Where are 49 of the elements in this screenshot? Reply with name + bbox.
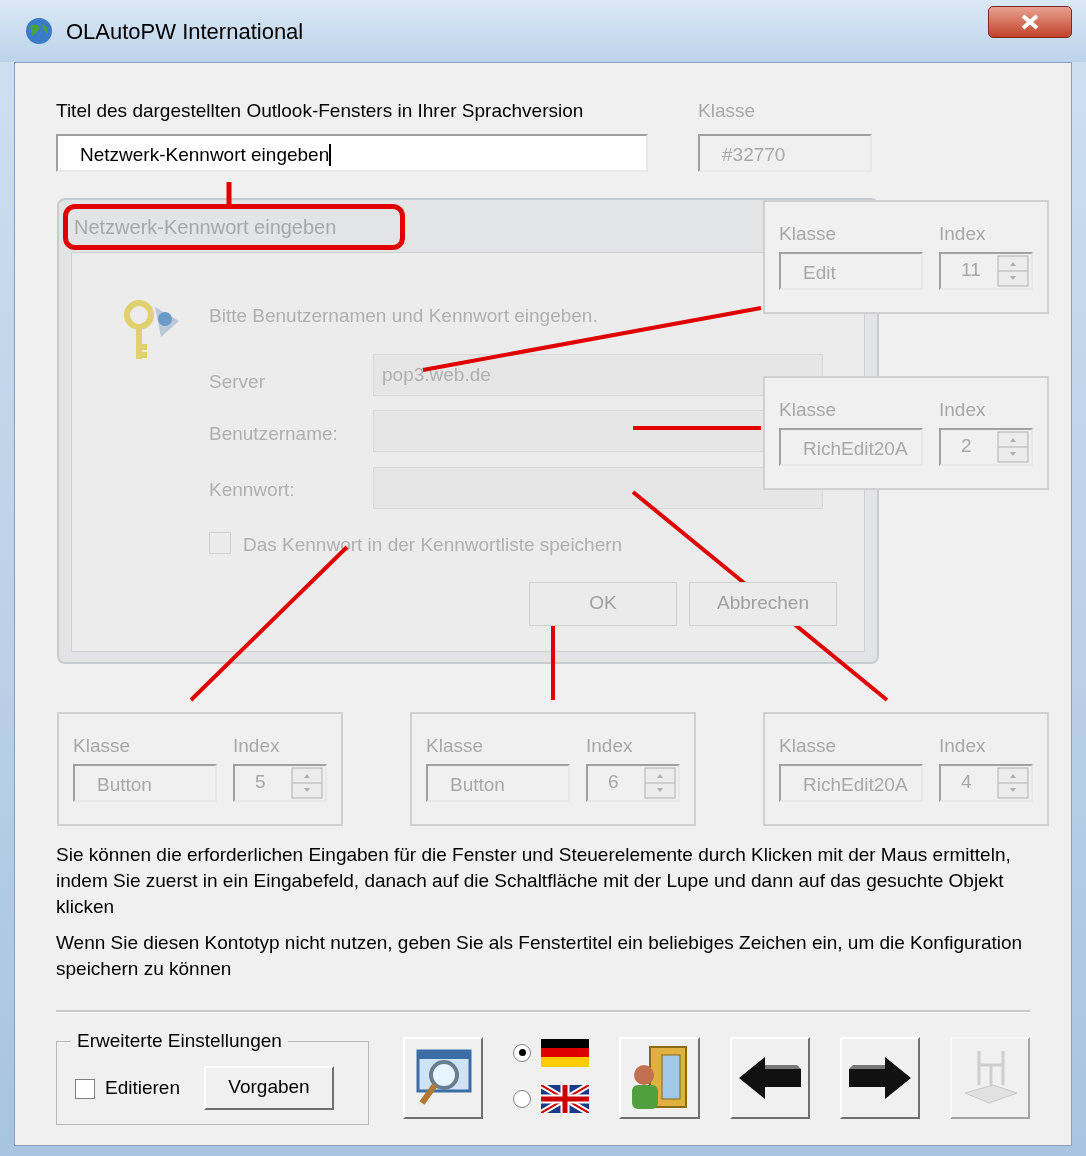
class-label: Klasse <box>426 733 484 758</box>
class-label: Klasse <box>779 733 837 758</box>
index-label: Index <box>939 221 986 246</box>
index-label: Index <box>939 733 986 758</box>
exit-tool-button[interactable] <box>619 1036 700 1119</box>
german-flag-icon <box>541 1038 590 1067</box>
class-label: Klasse <box>73 733 131 758</box>
index-field[interactable]: 5 <box>233 763 327 802</box>
preview-dialog-title: Netzwerk-Kennwort eingeben <box>63 203 405 250</box>
index-label: Index <box>939 397 986 422</box>
class-field[interactable]: RichEdit20A <box>779 763 923 802</box>
help-paragraph: Wenn Sie diesen Kontotyp nicht nutzen, geben Sie als Fenstertitel ein beliebiges Zeichen ein, um die Konfiguration speichern zu können <box>56 930 1024 981</box>
leader-line <box>226 181 232 206</box>
globe-icon <box>24 16 54 46</box>
index-field[interactable]: 6 <box>586 763 680 802</box>
class-label: Klasse <box>698 99 757 123</box>
language-radio[interactable] <box>513 1043 532 1062</box>
class-label: Klasse <box>779 221 837 246</box>
edit-checkbox[interactable] <box>75 1078 95 1099</box>
preview-message: Bitte Benutzernamen und Kennwort eingeben. <box>209 303 598 328</box>
british-flag-icon <box>541 1084 590 1113</box>
forward-tool-button[interactable] <box>839 1036 920 1119</box>
edit-checkbox-label: Editieren <box>105 1076 180 1101</box>
class-field[interactable]: Edit <box>779 251 923 290</box>
index-label: Index <box>586 733 633 758</box>
title-field-label: Titel des dargestellten Outlook-Fensters in Ihrer Sprachversion <box>56 99 585 123</box>
close-button[interactable] <box>988 6 1072 38</box>
class-label: Klasse <box>779 397 837 422</box>
help-paragraph: Sie können die erforderlichen Eingaben für die Fenster und Steuerelemente durch Klicken mit der Maus ermitteln, indem Sie zuerst in ein Eingabefeld, danach auf die Schaltfläche mit der Lupe und dann auf das gesuchte Objekt klicken <box>56 842 1012 919</box>
window-title-field[interactable]: Netzwerk-Kennwort eingeben <box>56 133 648 172</box>
right-arrow-icon <box>846 1054 913 1101</box>
index-field[interactable]: 2 <box>939 427 1033 466</box>
find-tool-button[interactable] <box>403 1036 484 1119</box>
class-field[interactable]: #32770 <box>698 133 872 172</box>
class-field[interactable]: RichEdit20A <box>779 427 923 466</box>
preview-field-label: Server <box>209 369 265 394</box>
window-title: OLAutoPW International <box>66 17 304 46</box>
language-radio[interactable] <box>513 1089 532 1108</box>
index-label: Index <box>233 733 280 758</box>
preview-field-label: Kennwort: <box>209 477 295 502</box>
preview-checkbox-label: Das Kennwort in der Kennwortliste speichern <box>243 532 623 557</box>
preview-field-label: Benutzername: <box>209 421 338 446</box>
class-field[interactable]: Button <box>73 763 217 802</box>
index-field[interactable]: 4 <box>939 763 1033 802</box>
back-tool-button[interactable] <box>729 1036 810 1119</box>
defaults-button[interactable]: Vorgaben <box>204 1065 334 1110</box>
close-icon <box>1020 14 1040 30</box>
class-field[interactable]: Button <box>426 763 570 802</box>
index-field[interactable]: 11 <box>939 251 1033 290</box>
